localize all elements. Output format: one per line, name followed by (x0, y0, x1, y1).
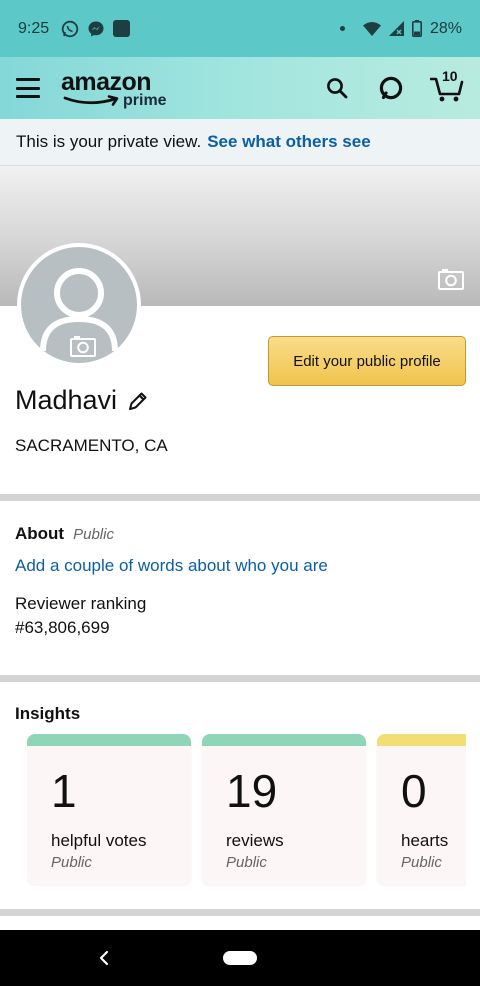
camera-icon[interactable] (438, 268, 464, 290)
insight-visibility: Public (226, 854, 267, 871)
insight-card-hearts[interactable]: 0 hearts Public (377, 734, 466, 885)
card-accent-bar (377, 734, 466, 746)
signal-icon (388, 20, 404, 36)
status-bar: 9:25 28% (0, 0, 480, 57)
cart-count-badge: 10 (442, 68, 458, 84)
add-about-link[interactable]: Add a couple of words about who you are (15, 556, 328, 576)
section-divider (0, 675, 480, 682)
home-button[interactable] (223, 951, 257, 965)
about-title: About (15, 524, 65, 543)
profile-name-row: Madhavi (15, 385, 149, 416)
section-divider (0, 909, 480, 916)
insight-label: hearts (401, 831, 449, 850)
screen: 9:25 28% amazon prime 10 This is your pr… (0, 0, 480, 986)
messenger-icon (88, 21, 104, 36)
cart-button[interactable]: 10 (430, 68, 464, 103)
insights-title: Insights (15, 704, 81, 723)
battery-icon (411, 20, 422, 37)
reviewer-ranking-label: Reviewer ranking (15, 594, 147, 613)
insight-label: helpful votes (51, 831, 147, 850)
alexa-icon (379, 76, 403, 100)
see-what-others-see-link[interactable]: See what others see (207, 132, 370, 152)
insight-visibility: Public (51, 854, 92, 871)
alexa-button[interactable] (376, 73, 406, 103)
insight-card-reviews[interactable]: 19 reviews Public (202, 734, 366, 885)
app-header: amazon prime 10 (0, 57, 480, 119)
profile-name: Madhavi (15, 385, 118, 415)
notification-icons (61, 20, 131, 38)
back-icon[interactable] (97, 947, 111, 969)
insight-value: 0 (401, 765, 427, 817)
reviewer-ranking-value: #63,806,699 (15, 618, 110, 637)
battery-level: 28% (429, 19, 462, 37)
wifi-icon (362, 21, 381, 36)
whatsapp-icon (61, 20, 79, 37)
insight-value: 19 (226, 765, 278, 817)
app-square-icon (113, 20, 131, 37)
status-time: 9:25 (18, 19, 50, 37)
insights-carousel[interactable]: 1 helpful votes Public 19 reviews Public… (27, 734, 466, 886)
avatar[interactable] (17, 243, 141, 367)
private-view-text: This is your private view. (16, 132, 202, 151)
card-accent-bar (202, 734, 366, 746)
camera-icon[interactable] (70, 335, 96, 357)
about-visibility: Public (73, 526, 114, 543)
profile-location: SACRAMENTO, CA (15, 436, 168, 455)
header-actions: 10 (322, 68, 464, 103)
insight-value: 1 (51, 765, 77, 817)
amazon-prime-logo[interactable]: amazon prime (61, 65, 173, 111)
about-heading: About Public (15, 524, 114, 544)
menu-icon[interactable] (16, 78, 40, 98)
insight-label: reviews (226, 831, 284, 850)
card-accent-bar (27, 734, 191, 746)
system-navigation-bar (0, 930, 480, 986)
pencil-icon[interactable] (127, 390, 149, 412)
insight-card-helpful-votes[interactable]: 1 helpful votes Public (27, 734, 191, 885)
logo-prime-text: prime (123, 92, 167, 109)
insight-visibility: Public (401, 854, 442, 871)
system-status: 28% (339, 19, 462, 38)
smile-arrow-icon (63, 95, 119, 106)
section-divider (0, 494, 480, 501)
notification-dot-icon (339, 26, 345, 31)
edit-public-profile-button[interactable]: Edit your public profile (268, 336, 466, 386)
private-view-banner: This is your private view. See what othe… (0, 119, 480, 166)
search-icon (327, 78, 348, 99)
search-button[interactable] (322, 73, 352, 103)
